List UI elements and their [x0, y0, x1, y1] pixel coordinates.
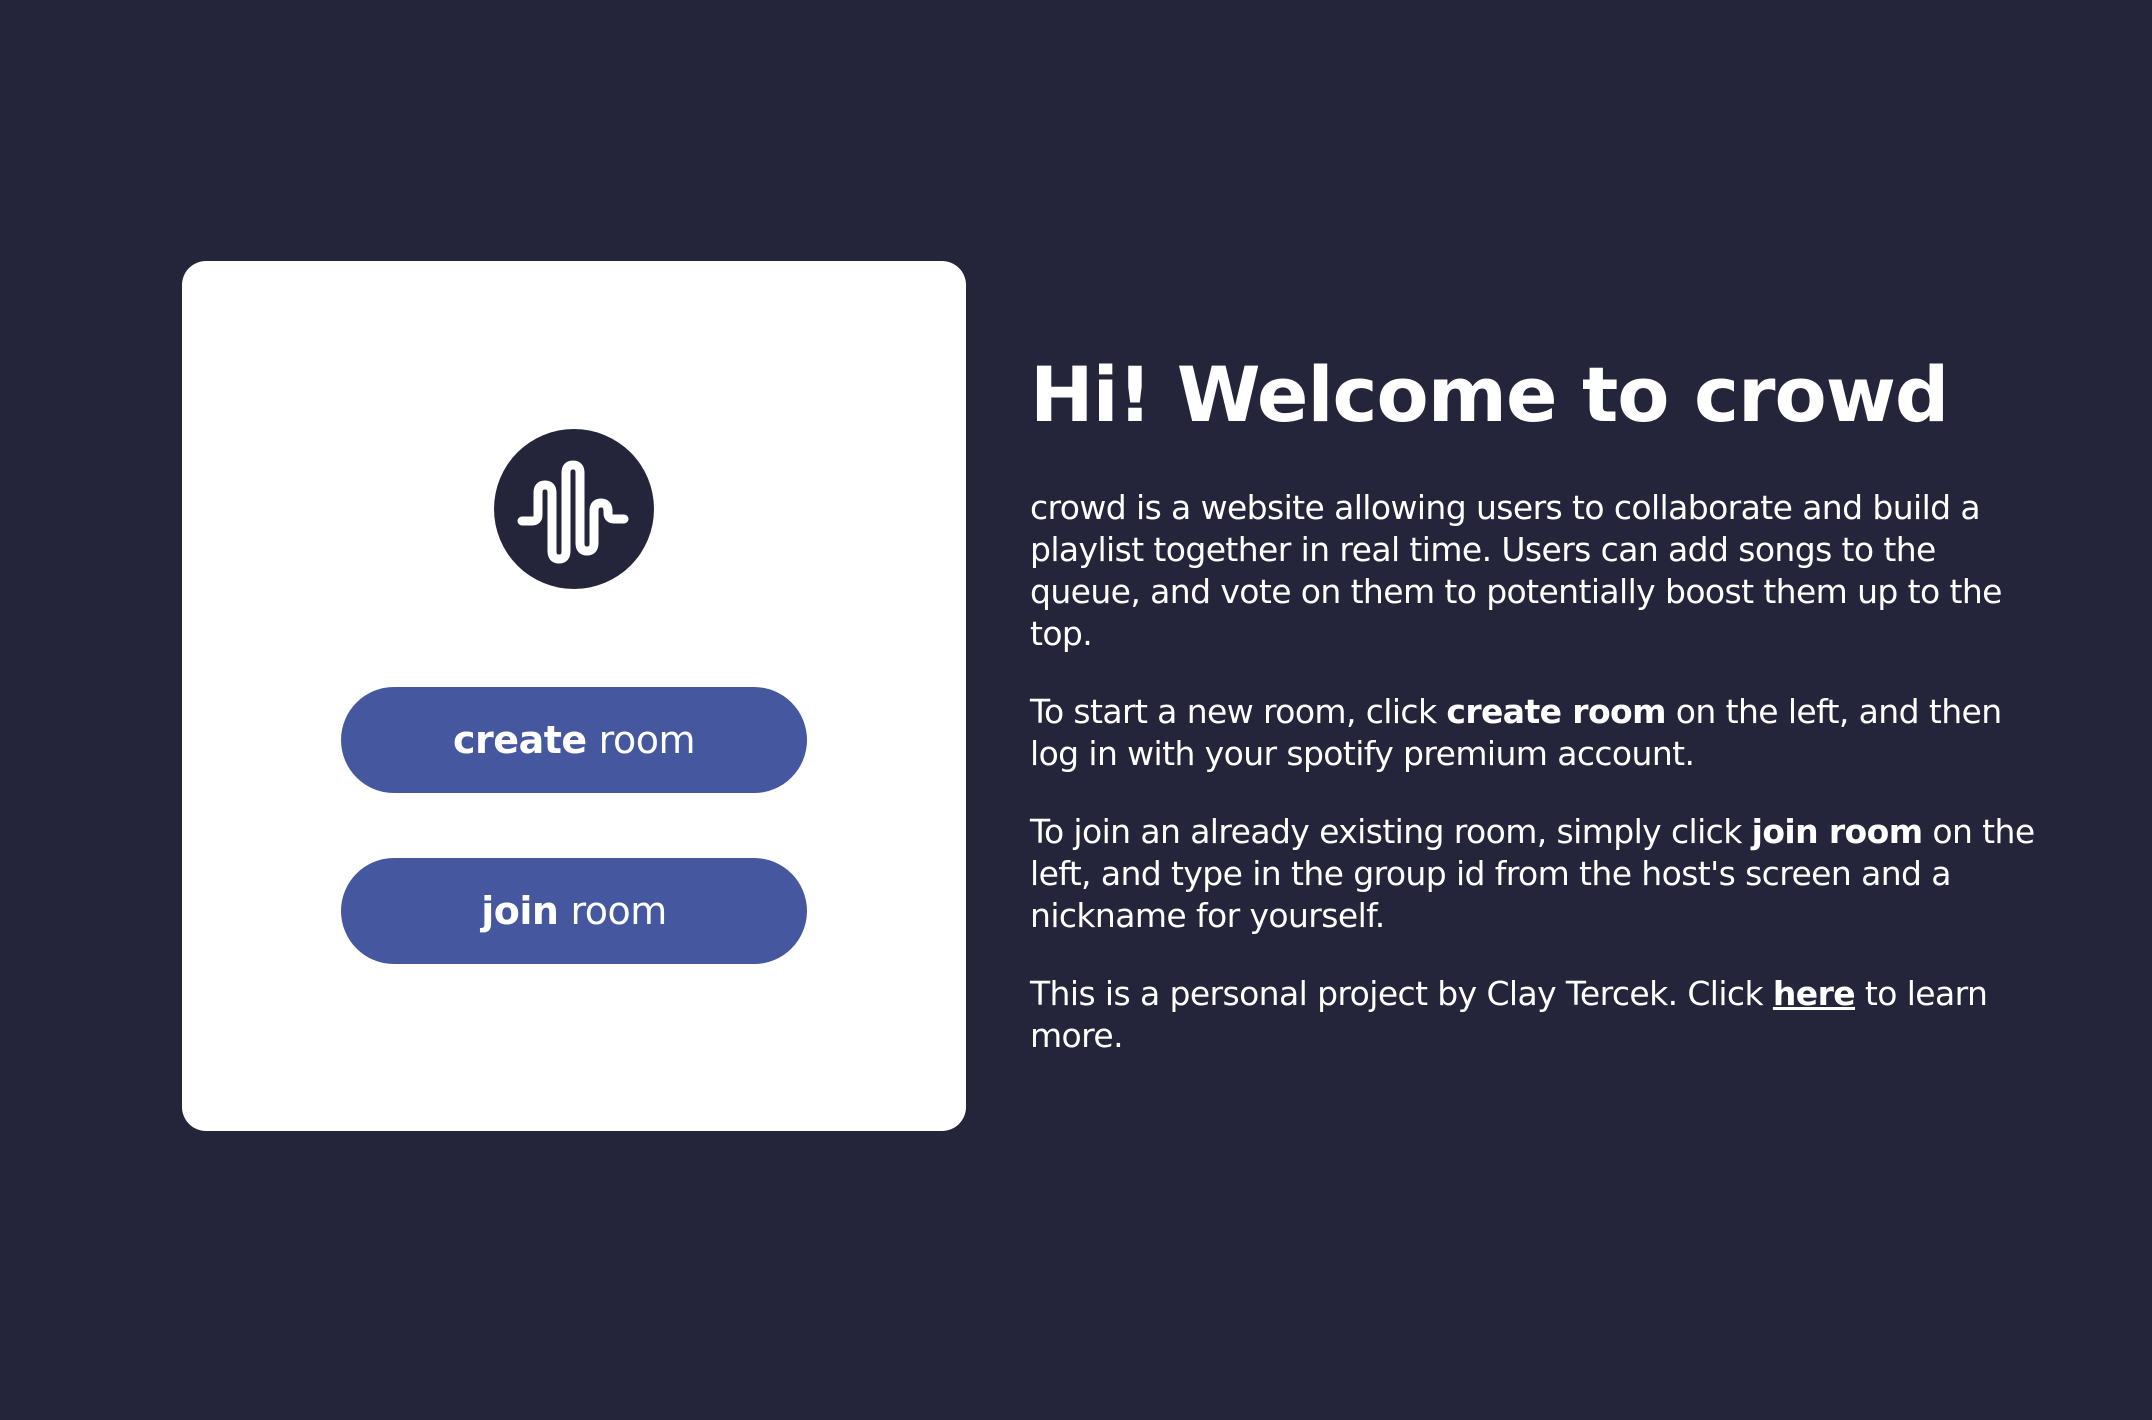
join-instructions-paragraph: To join an already existing room, simply… [1030, 811, 2040, 937]
sound-wave-icon [494, 429, 654, 589]
join-room-emphasis: join room [1751, 812, 1923, 851]
join-room-button-bold: join [481, 889, 559, 933]
welcome-info: Hi! Welcome to crowd crowd is a website … [1030, 340, 2040, 1057]
create-room-button-bold: create [453, 718, 587, 762]
create-room-button[interactable]: create room [341, 687, 807, 793]
about-paragraph: This is a personal project by Clay Terce… [1030, 973, 2040, 1057]
about-text-before: This is a personal project by Clay Terce… [1030, 974, 1773, 1013]
create-instructions-paragraph: To start a new room, click create room o… [1030, 691, 2040, 775]
create-room-button-light: room [598, 718, 696, 762]
join-room-button-light: room [570, 889, 667, 933]
create-instructions-text-before: To start a new room, click [1030, 692, 1447, 731]
page-title: Hi! Welcome to crowd [1030, 350, 1949, 439]
join-room-button[interactable]: join room [341, 858, 807, 964]
join-instructions-text-before: To join an already existing room, simply… [1030, 812, 1752, 851]
intro-paragraph: crowd is a website allowing users to col… [1030, 488, 2002, 653]
learn-more-link[interactable]: here [1773, 974, 1856, 1013]
create-room-emphasis: create room [1446, 692, 1666, 731]
page: create room join room Hi! Welcome to cro… [0, 0, 2152, 1420]
landing-card: create room join room [182, 261, 966, 1131]
